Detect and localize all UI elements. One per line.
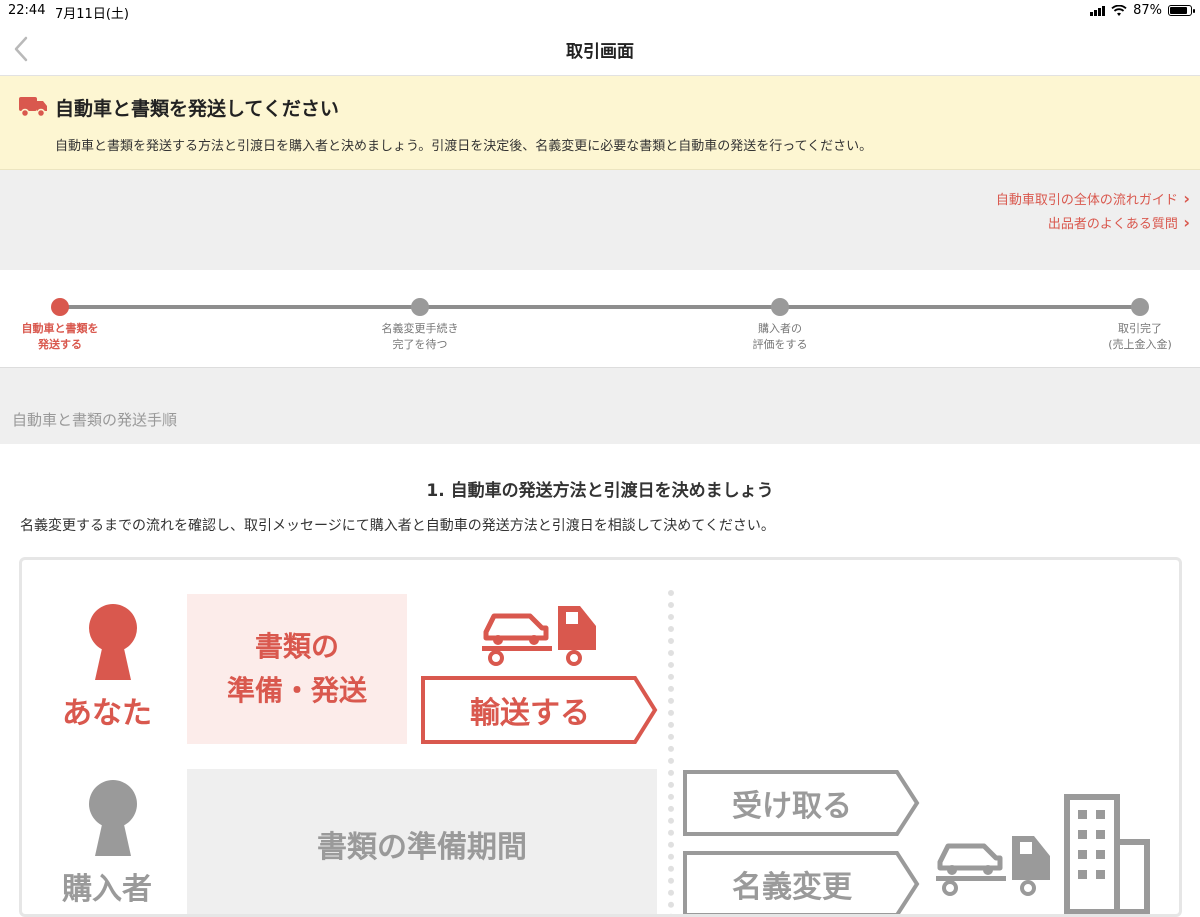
step-label-4: 取引完了 (売上金入金) bbox=[1108, 322, 1172, 351]
notice-text: 自動車と書類を発送する方法と引渡日を購入者と決めましょう。引渡日を決定後、名義変… bbox=[55, 139, 873, 154]
name-change-label: 名義変更 bbox=[732, 870, 852, 905]
you-label: あなた bbox=[62, 696, 152, 731]
section-header: 自動車と書類の発送手順 bbox=[0, 368, 1200, 444]
flow-guide-link[interactable]: 自動車取引の全体の流れガイド bbox=[996, 189, 1190, 208]
buyer-label: 購入者 bbox=[62, 872, 152, 907]
car-truck-gray-icon bbox=[936, 836, 1050, 896]
docs-wait-box: 書類の準備期間 bbox=[187, 769, 657, 914]
nav-bar: 取引画面 bbox=[0, 22, 1200, 76]
docs-prep-box: 書類の 準備・発送 bbox=[187, 594, 407, 744]
status-bar: 22:44 7月11日(土) 87% bbox=[0, 0, 1200, 22]
wifi-icon bbox=[1111, 4, 1127, 16]
help-links: 自動車取引の全体の流れガイド 出品者のよくある質問 bbox=[0, 170, 1200, 270]
battery-percent: 87% bbox=[1133, 3, 1162, 18]
signal-icon bbox=[1090, 5, 1106, 16]
truck-icon bbox=[19, 97, 47, 118]
person-buyer-icon bbox=[89, 780, 137, 856]
progress-line bbox=[60, 305, 1140, 309]
battery-fill bbox=[1170, 7, 1187, 14]
status-date: 7月11日(土) bbox=[55, 7, 129, 22]
battery-icon bbox=[1168, 5, 1195, 16]
status-indicators: 87% bbox=[1090, 3, 1195, 18]
main-content: 1. 自動車の発送方法と引渡日を決めましょう 名義変更するまでの流れを確認し、取… bbox=[0, 444, 1200, 917]
status-time: 22:44 bbox=[8, 3, 46, 18]
step-label-3: 購入者の 評価をする bbox=[752, 322, 808, 351]
section-header-text: 自動車と書類の発送手順 bbox=[12, 411, 178, 429]
step-label-1: 自動車と書類を 発送する bbox=[21, 322, 99, 351]
progress-steps: 自動車と書類を 発送する 名義変更手続き 完了を待つ 購入者の 評価をする 取引… bbox=[0, 270, 1200, 368]
step-dot-3 bbox=[771, 298, 789, 316]
receive-label: 受け取る bbox=[732, 789, 852, 824]
timeline-divider bbox=[668, 590, 674, 914]
step-dot-1 bbox=[51, 298, 69, 316]
step-dot-2 bbox=[411, 298, 429, 316]
page-title: 取引画面 bbox=[566, 42, 634, 62]
car-truck-icon bbox=[482, 606, 596, 666]
shipping-notice: 自動車と書類を発送してください 自動車と書類を発送する方法と引渡日を購入者と決め… bbox=[0, 76, 1200, 170]
step-dot-4 bbox=[1131, 298, 1149, 316]
transport-label: 輸送する bbox=[470, 696, 590, 731]
step-description: 名義変更するまでの流れを確認し、取引メッセージにて購入者と自動車の発送方法と引渡… bbox=[20, 518, 775, 534]
person-you-icon bbox=[89, 604, 137, 680]
seller-faq-link[interactable]: 出品者のよくある質問 bbox=[1048, 213, 1190, 232]
step-heading: 1. 自動車の発送方法と引渡日を決めましょう bbox=[426, 481, 774, 501]
step-label-2: 名義変更手続き 完了を待つ bbox=[381, 322, 459, 351]
building-icon bbox=[1064, 794, 1150, 914]
notice-title: 自動車と書類を発送してください bbox=[55, 98, 339, 120]
flow-diagram: あなた 書類の 準備・発送 輸送する 購入者 書類の準備期間 受け取る 名義変更 bbox=[19, 557, 1182, 917]
